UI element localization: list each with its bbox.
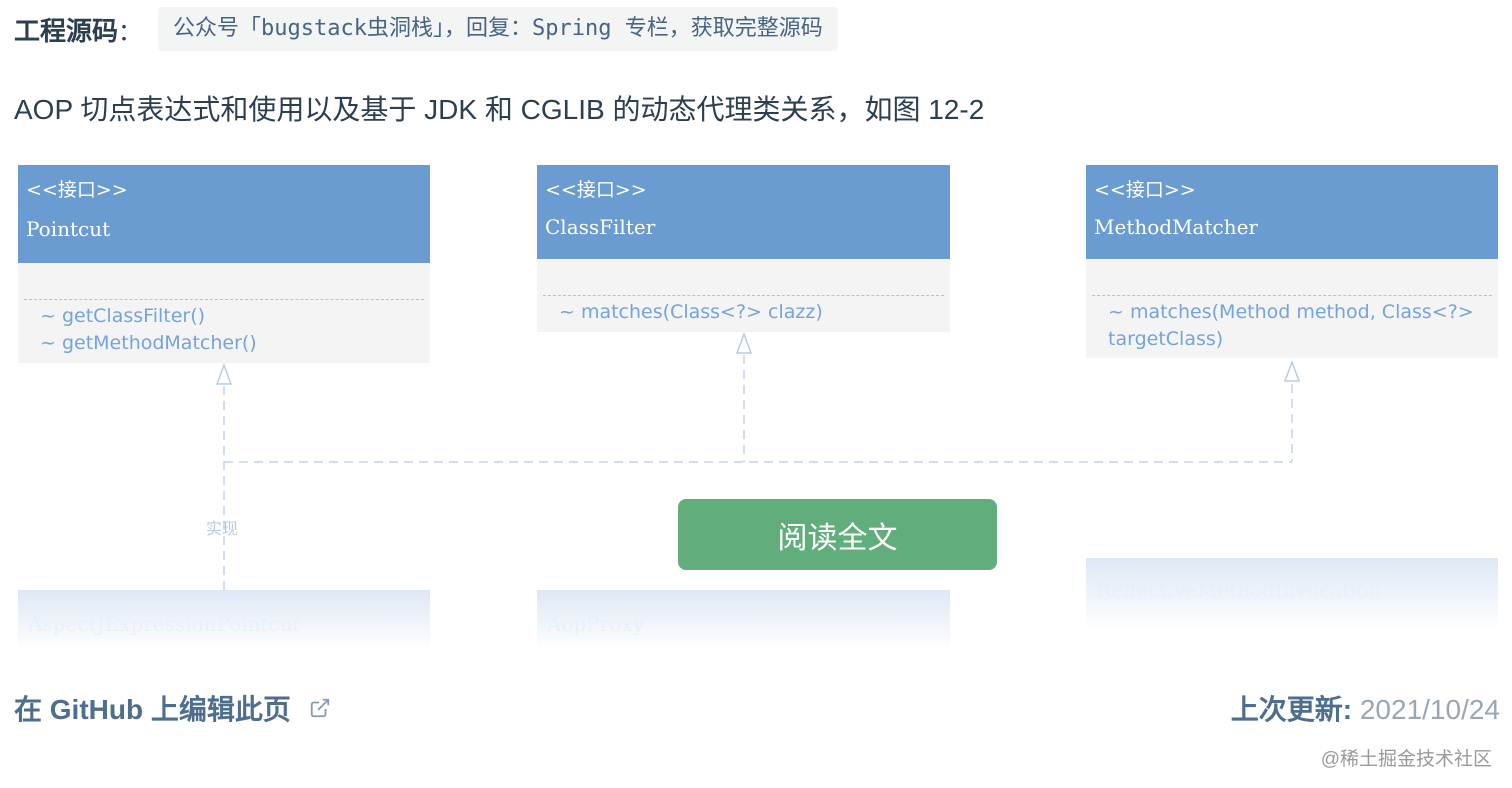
uml-method: ~ matches(Method method, Class<?> bbox=[1108, 301, 1474, 323]
arrowhead-classfilter bbox=[735, 331, 753, 354]
read-more-button[interactable]: 阅读全文 bbox=[678, 499, 997, 570]
last-updated: 上次更新: 2021/10/24 bbox=[1231, 688, 1500, 728]
implements-label: 实现 bbox=[206, 519, 239, 538]
uml-method: ~ getClassFilter() bbox=[40, 305, 206, 327]
uml-class-name: ClassFilter bbox=[545, 215, 656, 239]
class-diagram: <<接口>> Pointcut ~ getClassFilter() ~ get… bbox=[0, 160, 1512, 650]
uml-method: ~ getMethodMatcher() bbox=[40, 332, 257, 354]
intro-paragraph: AOP 切点表达式和使用以及基于 JDK 和 CGLIB 的动态代理类关系，如图… bbox=[14, 94, 985, 125]
uml-separator bbox=[1092, 295, 1492, 296]
last-updated-value: 2021/10/24 bbox=[1352, 694, 1500, 725]
last-updated-label: 上次更新: bbox=[1230, 694, 1353, 725]
uml-box-header: <<接口>> ClassFilter bbox=[537, 165, 950, 259]
uml-method: ~ matches(Class<?> clazz) bbox=[559, 301, 823, 323]
uml-box-header: <<接口>> Pointcut bbox=[18, 165, 430, 263]
uml-separator bbox=[543, 295, 944, 296]
uml-box-header: <<接口>> MethodMatcher bbox=[1086, 165, 1498, 259]
uml-separator bbox=[24, 299, 424, 300]
uml-class-name: Pointcut bbox=[26, 217, 111, 241]
uml-box-faded: AopProxy bbox=[537, 590, 950, 650]
edit-on-github-link[interactable]: 在 GitHub 上编辑此页 bbox=[14, 688, 331, 728]
uml-box-faded: AspectJExpressionPointcut bbox=[18, 590, 430, 650]
source-label: 工程源码 bbox=[14, 15, 119, 46]
uml-method: targetClass) bbox=[1108, 328, 1224, 350]
faded-class-name: AopProxy bbox=[547, 612, 644, 636]
faded-class-name: AspectJExpressionPointcut bbox=[28, 612, 301, 636]
uml-box-faded: ReflectiveMethodInvocation bbox=[1086, 558, 1498, 630]
edit-link-label: 在 GitHub 上编辑此页 bbox=[14, 694, 291, 725]
external-link-icon bbox=[310, 698, 330, 718]
source-colon: ： bbox=[118, 18, 143, 46]
uml-stereotype: <<接口>> bbox=[26, 179, 128, 201]
faded-class-name: ReflectiveMethodInvocation bbox=[1096, 578, 1382, 602]
watermark: @稀土掘金技术社区 bbox=[1320, 749, 1492, 770]
source-code-snippet: 公众号「bugstack虫洞栈」，回复：Spring 专栏，获取完整源码 bbox=[158, 7, 838, 51]
uml-stereotype: <<接口>> bbox=[1094, 179, 1196, 201]
arrowhead-methodmatcher bbox=[1283, 359, 1301, 382]
uml-box-classfilter: <<接口>> ClassFilter ~ matches(Class<?> cl… bbox=[537, 165, 950, 332]
uml-box-methodmatcher: <<接口>> MethodMatcher ~ matches(Method me… bbox=[1086, 165, 1498, 358]
source-line: 工程源码 ： 公众号「bugstack虫洞栈」，回复：Spring 专栏，获取完… bbox=[14, 6, 838, 52]
uml-class-name: MethodMatcher bbox=[1094, 215, 1258, 239]
uml-box-pointcut: <<接口>> Pointcut ~ getClassFilter() ~ get… bbox=[18, 165, 430, 363]
uml-stereotype: <<接口>> bbox=[545, 179, 647, 201]
arrowhead-pointcut bbox=[215, 362, 233, 385]
